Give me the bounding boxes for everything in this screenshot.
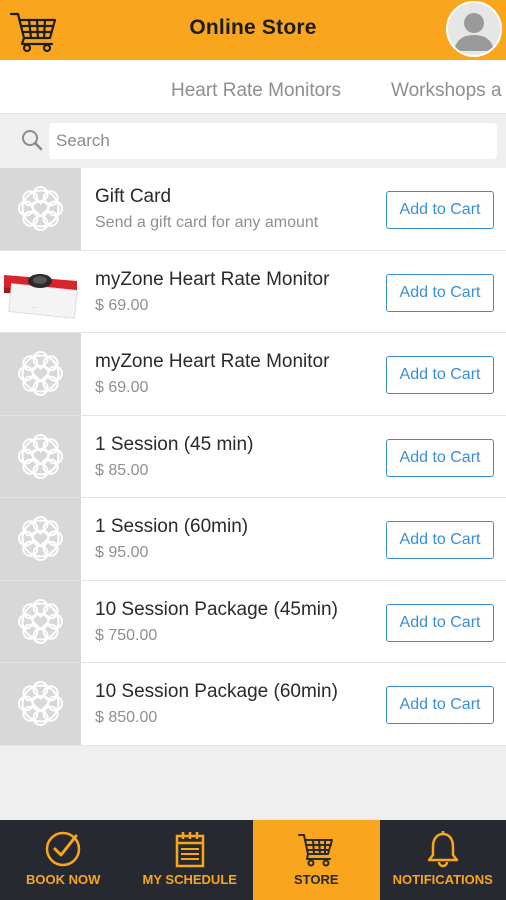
heart-rate-strap-image: ····· <box>4 273 78 319</box>
add-to-cart-button[interactable]: Add to Cart <box>386 191 494 229</box>
product-price: $ 69.00 <box>95 296 149 314</box>
list-item[interactable]: 10 Session Package (60min) $ 850.00 Add … <box>0 663 506 746</box>
nav-label: BOOK NOW <box>26 872 101 887</box>
add-to-cart-button[interactable]: Add to Cart <box>386 603 494 642</box>
nav-label: NOTIFICATIONS <box>392 872 493 887</box>
product-price: $ 850.00 <box>95 709 158 726</box>
nav-store[interactable]: STORE <box>253 820 380 900</box>
product-name: 1 Session (45 min) <box>95 433 254 455</box>
app-header: Online Store <box>0 0 506 60</box>
add-to-cart-button[interactable]: Add to Cart <box>386 356 494 394</box>
add-to-cart-button[interactable]: Add to Cart <box>386 686 494 724</box>
cart-icon <box>298 834 333 867</box>
product-price: $ 750.00 <box>95 626 158 644</box>
product-name: 1 Session (60min) <box>95 516 249 537</box>
product-name: 10 Session Package (60min) <box>95 681 338 702</box>
placeholder-logo-icon <box>18 351 63 396</box>
search-input[interactable] <box>49 123 497 159</box>
product-price: $ 95.00 <box>95 544 149 561</box>
list-item[interactable]: myZone Heart Rate Monitor $ 69.00 Add to… <box>0 333 506 416</box>
calendar-icon <box>175 832 204 868</box>
tab-workshops[interactable]: Workshops a <box>391 80 502 102</box>
product-name: Gift Card <box>95 186 172 207</box>
product-name: 10 Session Package (45min) <box>95 598 338 620</box>
bell-icon <box>427 831 458 868</box>
product-thumbnail: ····· <box>0 250 81 332</box>
list-item[interactable]: 1 Session (60min) $ 95.00 Add to Cart <box>0 498 506 581</box>
list-item[interactable]: ····· myZone Heart Rate Monitor $ 69.00 … <box>0 250 506 333</box>
list-item[interactable]: Gift Card Send a gift card for any amoun… <box>0 168 506 251</box>
placeholder-logo-icon <box>18 516 63 561</box>
page-title: Online Store <box>189 16 317 39</box>
nav-notifications[interactable]: NOTIFICATIONS <box>380 820 506 900</box>
nav-label: MY SCHEDULE <box>142 872 237 887</box>
product-thumbnail <box>0 333 81 415</box>
add-to-cart-button[interactable]: Add to Cart <box>386 438 494 477</box>
add-to-cart-button[interactable]: Add to Cart <box>386 521 494 559</box>
add-to-cart-button[interactable]: Add to Cart <box>386 273 494 312</box>
bottom-nav: BOOK NOW MY SCHEDULE STORE NOTIFICATIONS <box>0 820 506 900</box>
list-item[interactable]: 1 Session (45 min) $ 85.00 Add to Cart <box>0 415 506 498</box>
nav-my-schedule[interactable]: MY SCHEDULE <box>127 820 254 900</box>
product-name: myZone Heart Rate Monitor <box>95 268 330 290</box>
product-subtitle: Send a gift card for any amount <box>95 214 319 231</box>
nav-book-now[interactable]: BOOK NOW <box>0 820 127 900</box>
check-circle-icon <box>45 831 81 867</box>
tab-heart-rate-monitors[interactable]: Heart Rate Monitors <box>171 80 341 102</box>
placeholder-logo-icon <box>18 433 63 479</box>
search-icon <box>22 130 43 151</box>
product-list: Gift Card Send a gift card for any amoun… <box>0 168 506 746</box>
product-price: $ 69.00 <box>95 379 149 396</box>
product-thumbnail <box>0 663 81 745</box>
placeholder-logo-icon <box>18 681 63 726</box>
search-bar <box>0 114 506 168</box>
product-thumbnail <box>0 498 81 580</box>
product-thumbnail <box>0 580 81 662</box>
avatar[interactable] <box>446 1 502 57</box>
placeholder-logo-icon <box>18 598 63 644</box>
nav-label: STORE <box>293 872 339 887</box>
product-name: myZone Heart Rate Monitor <box>95 351 330 372</box>
svg-text:·····: ····· <box>30 305 39 311</box>
user-icon <box>454 13 494 51</box>
product-thumbnail <box>0 168 81 250</box>
list-item[interactable]: 10 Session Package (45min) $ 750.00 Add … <box>0 580 506 663</box>
placeholder-logo-icon <box>18 186 63 231</box>
category-tabs: Heart Rate Monitors Workshops a <box>0 60 506 114</box>
product-thumbnail <box>0 415 81 497</box>
product-price: $ 85.00 <box>95 461 149 479</box>
